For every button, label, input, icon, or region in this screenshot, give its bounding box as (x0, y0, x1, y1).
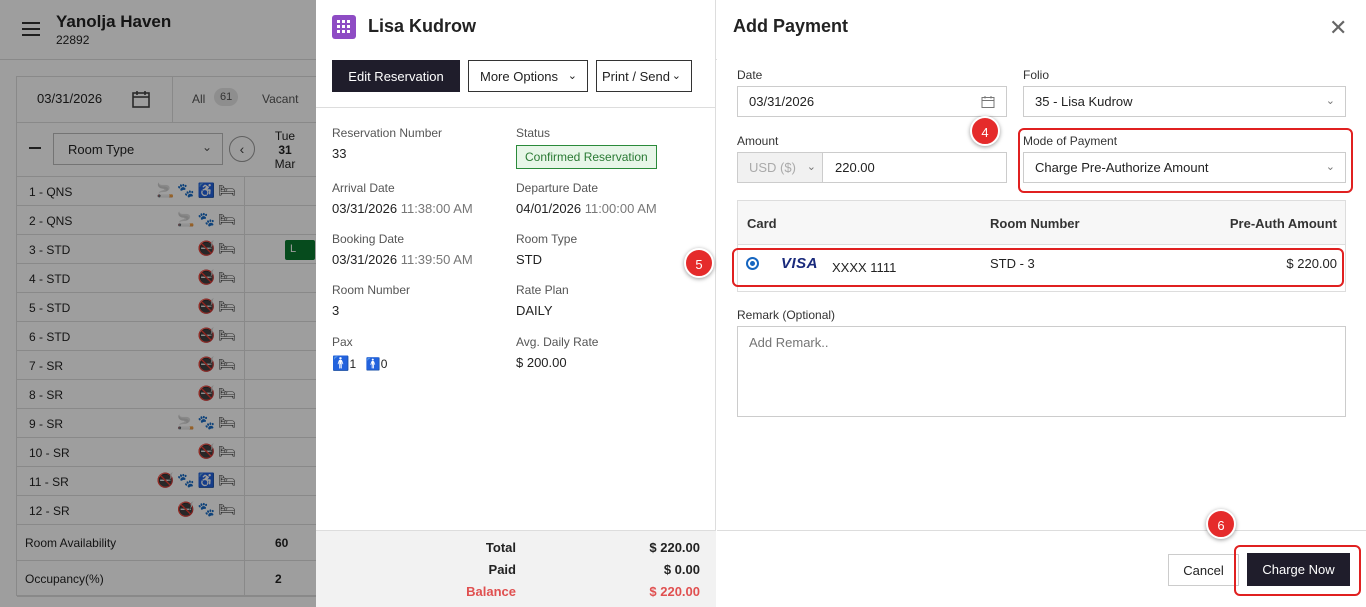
adult-icon: 🚹 (332, 355, 350, 371)
guest-name: Lisa Kudrow (368, 16, 477, 36)
balance-label: Balance (466, 584, 516, 599)
edit-reservation-button[interactable]: Edit Reservation (332, 60, 460, 92)
adr-value: $ 200.00 (516, 355, 567, 370)
remark-input[interactable] (737, 326, 1346, 417)
paid-label: Paid (488, 562, 516, 577)
chevron-down-icon: ⌄ (806, 161, 816, 173)
reservation-header: Lisa Kudrow Edit Reservation More Option… (316, 0, 715, 108)
room-number-value: 3 (332, 303, 340, 318)
add-payment-dialog: Add Payment ✕ Date 03/31/2026 Folio 35 -… (717, 0, 1366, 607)
room-type-field: Room Type STD (516, 232, 696, 267)
arrival-time: 11:38:00 AM (400, 201, 473, 216)
departure-date: 04/01/2026 (516, 201, 582, 216)
amount-value: 220.00 (835, 160, 875, 175)
pax-adults: 1 (349, 357, 357, 371)
total-label: Total (485, 540, 516, 555)
date-input[interactable]: 03/31/2026 (737, 86, 1007, 117)
step-marker-6: 6 (1206, 509, 1236, 539)
calendar-icon[interactable] (981, 95, 995, 109)
annotation-highlight-mode (1018, 128, 1353, 193)
close-icon[interactable]: ✕ (1329, 17, 1347, 39)
amount-input[interactable]: 220.00 (822, 152, 1007, 183)
rate-plan-value: DAILY (516, 303, 553, 318)
pax-children: 0 (380, 357, 388, 371)
modal-overlay[interactable] (0, 0, 316, 607)
print-send-button[interactable]: Print / Send ⌄ (596, 60, 692, 92)
cancel-button[interactable]: Cancel (1168, 554, 1239, 586)
reservation-number: 33 (332, 146, 347, 161)
pax-value: 🚹1 🚹0 (332, 355, 512, 372)
arrival-value: 03/31/2026 11:38:00 AM (332, 201, 512, 216)
departure-time: 11:00:00 AM (584, 201, 657, 216)
field-label: Booking Date (332, 232, 405, 246)
departure-field: Departure Date 04/01/2026 11:00:00 AM (516, 181, 696, 216)
field-label: Arrival Date (332, 181, 395, 195)
remark-label: Remark (Optional) (737, 308, 836, 322)
more-options-button[interactable]: More Options ⌄ (468, 60, 588, 92)
total-value: $ 220.00 (649, 540, 700, 555)
date-value: 03/31/2026 (749, 94, 815, 109)
folio-value: 35 - Lisa Kudrow (1035, 94, 1133, 109)
more-options-label: More Options (480, 68, 559, 84)
status-field: Status Confirmed Reservation (516, 126, 696, 169)
annotation-highlight-charge (1234, 545, 1361, 596)
chevron-down-icon: ⌄ (567, 70, 577, 82)
annotation-highlight-card (732, 248, 1344, 287)
room-number-field: Room Number 3 (332, 283, 512, 318)
booking-time: 11:39:50 AM (400, 252, 473, 267)
col-preauth-amount: Pre-Auth Amount (1229, 216, 1337, 231)
col-card: Card (747, 216, 777, 231)
amount-label: Amount (737, 134, 779, 148)
rate-plan-field: Rate Plan DAILY (516, 283, 696, 318)
print-send-label: Print / Send (602, 68, 670, 84)
step-marker-5: 5 (684, 248, 714, 278)
arrival-date: 03/31/2026 (332, 201, 398, 216)
reservation-number-field: Reservation Number 33 (332, 126, 512, 161)
field-label: Pax (332, 335, 353, 349)
currency-value: USD ($) (749, 160, 796, 175)
field-label: Room Type (516, 232, 578, 246)
field-label: Avg. Daily Rate (516, 335, 599, 349)
building-icon (332, 15, 356, 39)
field-label: Rate Plan (516, 283, 569, 297)
booking-date: 03/31/2026 (332, 252, 398, 267)
booking-field: Booking Date 03/31/2026 11:39:50 AM (332, 232, 512, 267)
reservation-details: Reservation Number 33 Status Confirmed R… (316, 108, 715, 530)
child-icon: 🚹 (365, 357, 381, 371)
room-type-value: STD (516, 252, 542, 267)
field-label: Status (516, 126, 551, 140)
step-marker-4: 4 (970, 116, 1000, 146)
table-header: Card Room Number Pre-Auth Amount (738, 201, 1345, 245)
date-label: Date (737, 68, 763, 82)
departure-value: 04/01/2026 11:00:00 AM (516, 201, 696, 216)
paid-value: $ 0.00 (663, 562, 700, 577)
folio-select[interactable]: 35 - Lisa Kudrow ⌄ (1023, 86, 1346, 117)
folio-label: Folio (1023, 68, 1050, 82)
field-label: Departure Date (516, 181, 599, 195)
field-label: Room Number (332, 283, 411, 297)
field-label: Reservation Number (332, 126, 443, 140)
dialog-title: Add Payment (733, 16, 849, 36)
reservation-panel: Lisa Kudrow Edit Reservation More Option… (316, 0, 716, 607)
adr-field: Avg. Daily Rate $ 200.00 (516, 335, 696, 370)
currency-select: USD ($) ⌄ (737, 152, 823, 183)
booking-value: 03/31/2026 11:39:50 AM (332, 252, 512, 267)
pax-field: Pax 🚹1 🚹0 (332, 335, 512, 372)
reservation-totals: Total $ 220.00 Paid $ 0.00 Balance $ 220… (316, 530, 716, 607)
chevron-down-icon: ⌄ (1325, 95, 1335, 107)
balance-value: $ 220.00 (649, 584, 700, 599)
status-badge: Confirmed Reservation (516, 145, 657, 169)
arrival-field: Arrival Date 03/31/2026 11:38:00 AM (332, 181, 512, 216)
dialog-footer: Cancel Charge Now 6 (717, 509, 1366, 607)
col-room-number: Room Number (990, 216, 1080, 231)
chevron-down-icon: ⌄ (671, 70, 681, 82)
